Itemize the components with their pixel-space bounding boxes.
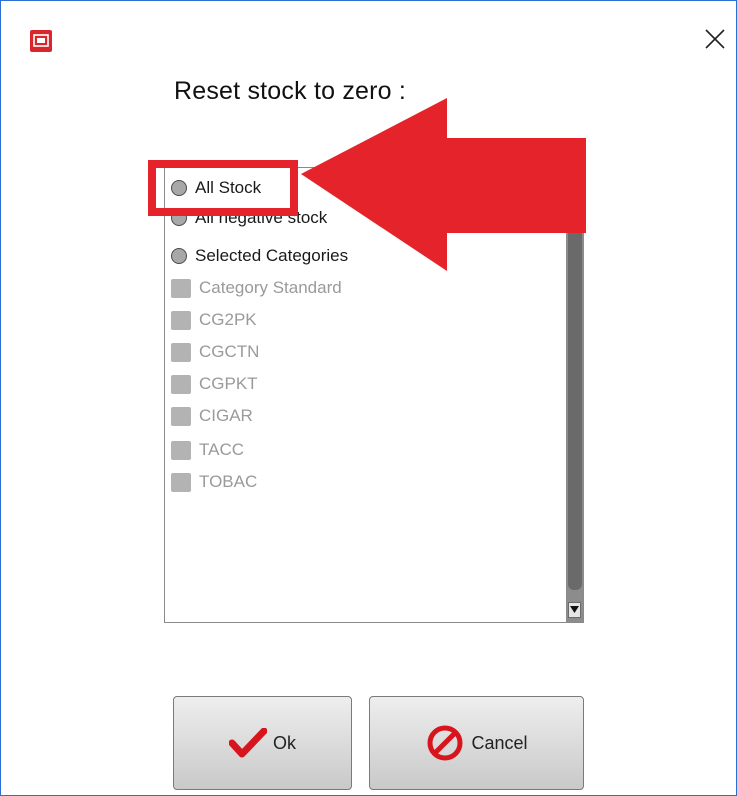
category-item[interactable]: CGPKT: [171, 369, 258, 399]
ok-button[interactable]: Ok: [173, 696, 352, 790]
category-label: CGCTN: [199, 342, 260, 361]
radio-button[interactable]: [171, 210, 187, 226]
scroll-up-button[interactable]: [568, 172, 581, 188]
category-item[interactable]: Category Standard: [171, 273, 342, 303]
close-button[interactable]: [701, 25, 729, 53]
reset-stock-dialog: Reset stock to zero : All Stock All nega…: [0, 0, 737, 796]
radio-label: All negative stock: [195, 208, 328, 227]
radio-all-negative-stock[interactable]: All negative stock: [171, 205, 327, 231]
category-label: CIGAR: [199, 406, 253, 425]
category-item[interactable]: CIGAR: [171, 401, 253, 431]
category-label: CGPKT: [199, 374, 258, 393]
category-item[interactable]: CGCTN: [171, 337, 259, 367]
scroll-down-button[interactable]: [568, 602, 581, 618]
radio-label: All Stock: [195, 178, 262, 197]
dialog-heading: Reset stock to zero :: [174, 77, 407, 105]
category-label: CG2PK: [199, 310, 257, 329]
checkbox[interactable]: [171, 342, 191, 362]
ok-label: Ok: [272, 732, 296, 753]
category-item[interactable]: TOBAC: [171, 467, 257, 497]
checkbox[interactable]: [171, 406, 191, 426]
category-label: Category Standard: [199, 278, 342, 297]
radio-label: Selected Categories: [195, 246, 349, 265]
close-icon: [705, 29, 725, 49]
vertical-scrollbar[interactable]: [566, 168, 583, 622]
scroll-thumb[interactable]: [568, 190, 582, 590]
checkmark-icon: [228, 728, 267, 758]
app-logo-icon: [30, 30, 52, 52]
checkbox[interactable]: [171, 310, 191, 330]
category-item[interactable]: TACC: [171, 435, 244, 465]
checkbox[interactable]: [171, 278, 191, 298]
radio-selected-categories[interactable]: Selected Categories: [171, 241, 348, 271]
checkbox[interactable]: [171, 440, 191, 460]
category-label: TOBAC: [199, 472, 258, 491]
checkbox[interactable]: [171, 374, 191, 394]
category-item[interactable]: CG2PK: [171, 305, 257, 335]
cancel-label: Cancel: [471, 732, 528, 753]
category-label: TACC: [199, 440, 245, 459]
radio-all-stock[interactable]: All Stock: [171, 173, 261, 203]
checkbox[interactable]: [171, 472, 191, 492]
radio-button[interactable]: [171, 248, 187, 264]
no-entry-icon: [427, 725, 463, 761]
cancel-button[interactable]: Cancel: [369, 696, 584, 790]
radio-button[interactable]: [171, 180, 187, 196]
